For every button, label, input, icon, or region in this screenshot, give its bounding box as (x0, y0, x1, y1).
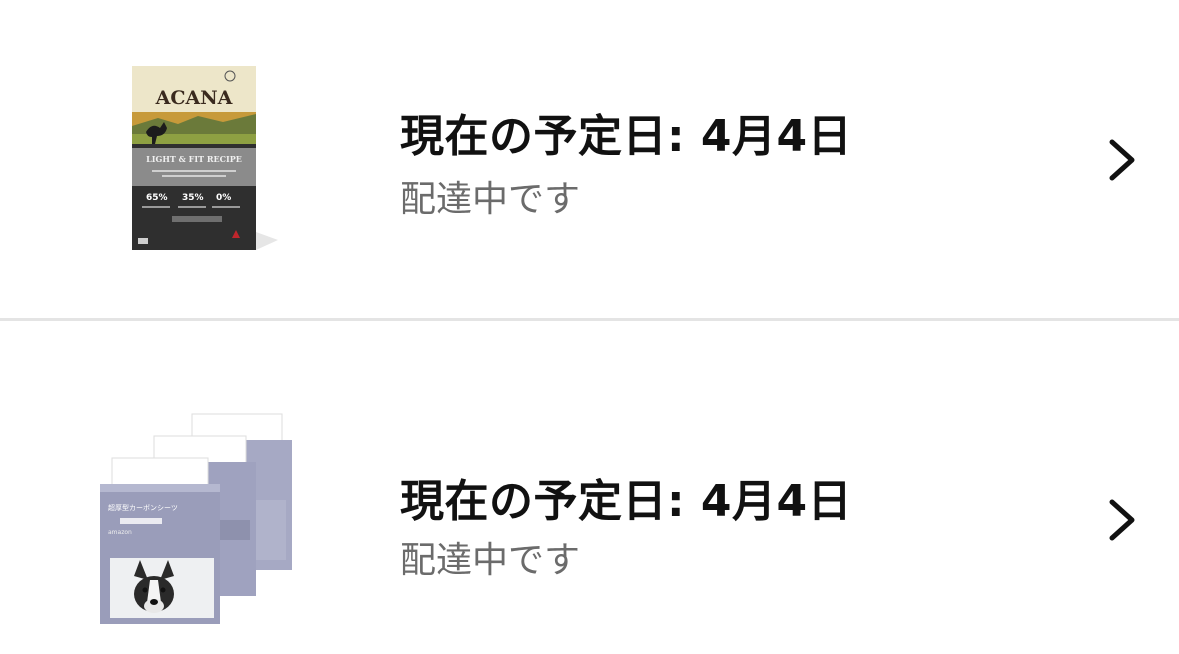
bag-recipe-text: LIGHT & FIT RECIPE (146, 154, 242, 164)
chevron-right-icon[interactable] (1102, 136, 1142, 184)
order-row-1[interactable]: LIGHT & FIT RECIPE ACANA 65% 35% 0% 現在の予… (0, 0, 1179, 318)
bag-stat-3: 0% (216, 193, 231, 203)
pack-label-text: 超厚型カーボンシーツ (108, 503, 178, 512)
product-image-pet-sheets: 超厚型カーボンシーツ amazon (100, 413, 292, 624)
bag-stat-1: 65% (146, 193, 168, 203)
chevron-right-icon[interactable] (1102, 496, 1142, 544)
order-row-2[interactable]: 超厚型カーボンシーツ amazon 現在の予定日: 4月4日 配達中です (0, 321, 1179, 654)
bag-stat-2: 35% (182, 193, 204, 203)
bag-brand-text: ACANA (155, 87, 233, 109)
product-image-dog-food-bag: LIGHT & FIT RECIPE ACANA 65% 35% 0% (132, 66, 278, 250)
delivery-date-title: 現在の予定日: 4月4日 (400, 111, 853, 162)
delivery-status-text: 配達中です (400, 540, 581, 581)
delivery-date-title: 現在の予定日: 4月4日 (400, 476, 853, 527)
delivery-status-text: 配達中です (400, 179, 581, 220)
pack-brand-text: amazon (108, 529, 132, 536)
